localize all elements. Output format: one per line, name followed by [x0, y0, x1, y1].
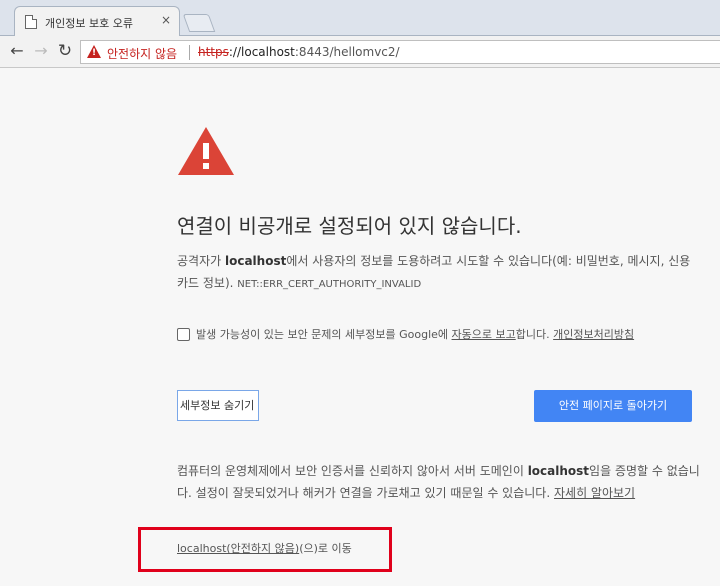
- report-text-1: 발생 가능성이 있는 보안 문제의 세부정보를 Google에: [196, 328, 452, 341]
- warning-icon[interactable]: !: [87, 45, 101, 58]
- error-code: NET::ERR_CERT_AUTHORITY_INVALID: [237, 279, 422, 290]
- report-checkbox[interactable]: [177, 328, 190, 341]
- auto-report-link[interactable]: 자동으로 보고: [452, 328, 516, 341]
- back-arrow-icon[interactable]: ←: [6, 40, 28, 62]
- back-to-safety-button[interactable]: 안전 페이지로 돌아가기: [534, 390, 692, 422]
- desc-text-1: 공격자가: [177, 254, 225, 268]
- tab-active[interactable]: 개인정보 보호 오류 ×: [14, 6, 180, 36]
- details-host: localhost: [527, 464, 590, 478]
- page-title: 연결이 비공개로 설정되어 있지 않습니다.: [177, 214, 522, 238]
- hide-details-button[interactable]: 세부정보 숨기기: [177, 390, 259, 421]
- annotation-highlight-box: [138, 527, 392, 572]
- tab-close-icon[interactable]: ×: [161, 13, 171, 27]
- security-chip[interactable]: 안전하지 않음: [107, 45, 177, 62]
- details-text-1: 컴퓨터의 운영체제에서 보안 인증서를 신뢰하지 않아서 서버 도메인이: [177, 464, 528, 478]
- new-tab-button[interactable]: [182, 14, 216, 32]
- url-scheme: https: [198, 45, 229, 59]
- forward-arrow-icon[interactable]: →: [30, 40, 52, 62]
- url-text[interactable]: https://localhost:8443/hellomvc2/: [198, 45, 400, 59]
- address-bar[interactable]: ! 안전하지 않음 https://localhost:8443/hellomv…: [80, 40, 720, 64]
- learn-more-link[interactable]: 자세히 알아보기: [554, 486, 635, 500]
- error-description: 공격자가 localhost에서 사용자의 정보를 도용하려고 시도할 수 있습…: [177, 250, 697, 296]
- tab-strip: 개인정보 보호 오류 ×: [0, 0, 720, 36]
- warning-triangle-icon: [178, 127, 234, 175]
- omnibox-separator: [189, 45, 190, 60]
- details-text: 컴퓨터의 운영체제에서 보안 인증서를 신뢰하지 않아서 서버 도메인이 loc…: [177, 460, 702, 504]
- privacy-policy-link[interactable]: 개인정보처리방침: [553, 328, 634, 341]
- page-icon: [25, 15, 37, 29]
- report-text-2: 합니다.: [515, 328, 554, 341]
- reload-icon[interactable]: ↻: [54, 40, 76, 62]
- url-host: ://localhost: [228, 45, 295, 59]
- desc-host: localhost: [224, 254, 287, 268]
- url-path: :8443/hellomvc2/: [294, 45, 400, 59]
- tab-title: 개인정보 보호 오류: [45, 17, 133, 30]
- report-option: 발생 가능성이 있는 보안 문제의 세부정보를 Google에 자동으로 보고합…: [177, 326, 634, 342]
- toolbar: ← → ↻ ! 안전하지 않음 https://localhost:8443/h…: [0, 36, 720, 68]
